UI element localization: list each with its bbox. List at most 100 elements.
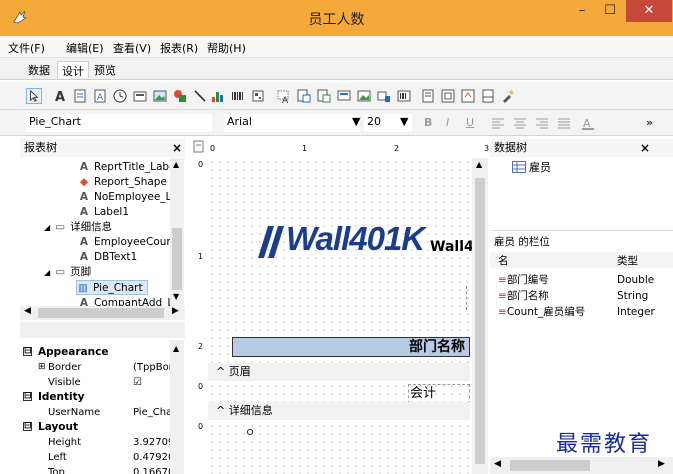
expand-icon[interactable]: ⊞ xyxy=(38,360,46,375)
more-button[interactable]: » xyxy=(646,116,653,129)
scroll-up-icon[interactable]: ▲ xyxy=(173,344,179,353)
tab-data[interactable]: 数据 xyxy=(24,61,54,78)
minimize-button[interactable]: – xyxy=(568,0,596,22)
collapse-icon[interactable]: ◢ xyxy=(44,268,50,277)
prop-row-username[interactable]: UserName Pie_Cha xyxy=(20,405,185,420)
scroll-right-icon[interactable]: ▶ xyxy=(172,306,179,316)
canvas-vscroll[interactable]: ▲ xyxy=(472,158,488,474)
field-item[interactable]: ≡部门编号 xyxy=(498,273,549,288)
band-detail[interactable]: ^ 详细信息 xyxy=(208,402,470,420)
subreport-icon[interactable] xyxy=(440,88,456,104)
tree-band[interactable]: ◢ ▭ 详细信息 xyxy=(44,220,112,235)
fields-hscroll[interactable]: ◀ ▶ xyxy=(490,457,673,474)
scroll-right-icon[interactable]: ▶ xyxy=(658,459,665,469)
report-tree-close[interactable]: × xyxy=(172,139,182,157)
tab-preview[interactable]: 预览 xyxy=(90,61,120,78)
scroll-left-icon[interactable]: ◀ xyxy=(494,459,501,469)
prop-row-left[interactable]: Left 0.47920 xyxy=(20,450,185,465)
collapse-icon[interactable]: ⊟ xyxy=(23,392,32,401)
header-field-department[interactable]: 部门名称 xyxy=(232,337,470,357)
logo-text[interactable]: Wall401K xyxy=(286,220,425,258)
tab-design[interactable]: 设计 xyxy=(57,61,89,78)
paint-icon[interactable] xyxy=(500,88,516,104)
dbcalc-icon[interactable] xyxy=(336,88,352,104)
data-tree-root[interactable]: 雇员 xyxy=(512,160,551,176)
font-select[interactable]: Arial xyxy=(224,114,360,132)
menu-view[interactable]: 查看(V) xyxy=(113,40,151,56)
label-icon[interactable]: A xyxy=(52,88,68,104)
prop-row-top[interactable]: Top 0.16670 xyxy=(20,465,185,474)
menu-edit[interactable]: 编辑(E) xyxy=(66,40,104,56)
dbmemo-icon[interactable] xyxy=(296,88,312,104)
richtext-icon[interactable]: A xyxy=(92,88,108,104)
report-tree-vscroll[interactable]: ▲ ▼ xyxy=(170,158,184,306)
menu-report[interactable]: 报表(R) xyxy=(160,40,198,56)
prop-row-height[interactable]: Height 3.92709 xyxy=(20,435,185,450)
dblabel-icon[interactable]: A xyxy=(276,88,292,104)
tree-item-selected[interactable]: ▥ Pie_Chart xyxy=(76,280,148,295)
collapse-icon[interactable]: ^ xyxy=(216,365,225,378)
accounting-label[interactable]: 会计 xyxy=(408,384,470,404)
scroll-up-icon[interactable]: ▲ xyxy=(476,160,482,169)
tree-item[interactable]: A DBText1 xyxy=(78,250,137,265)
underline-button[interactable]: U xyxy=(466,116,474,129)
report-tree-hscroll[interactable]: ◀ ▶ xyxy=(20,306,185,320)
pointer-icon[interactable] xyxy=(26,88,42,104)
tree-item[interactable]: A ReprtTitle_Label xyxy=(78,160,179,175)
selection-handle[interactable] xyxy=(246,428,254,436)
splitter[interactable] xyxy=(20,322,185,338)
tree-item[interactable]: A CompantAdd_La xyxy=(78,296,180,306)
align-center-icon[interactable] xyxy=(512,115,528,131)
prop-category-appearance[interactable]: ⊟ Appearance xyxy=(20,345,185,360)
scroll-thumb[interactable] xyxy=(172,228,182,290)
bold-button[interactable]: B xyxy=(424,116,432,129)
close-button[interactable]: ✕ xyxy=(626,0,672,22)
property-vscroll[interactable]: ▲ xyxy=(170,340,184,474)
column-name-header[interactable]: 名 xyxy=(498,253,509,268)
collapse-icon[interactable]: ⊟ xyxy=(23,347,32,356)
image-icon[interactable] xyxy=(152,88,168,104)
prop-row-visible[interactable]: Visible ☑ xyxy=(20,375,185,390)
dbrichtext-icon[interactable] xyxy=(316,88,332,104)
tree-item[interactable]: ◆ Report_Shape xyxy=(78,175,167,190)
size-dropdown-arrow[interactable]: ▼ xyxy=(400,114,410,132)
region-icon[interactable] xyxy=(420,88,436,104)
maximize-button[interactable]: ☐ xyxy=(596,0,624,22)
canvas-scroll-thumb[interactable] xyxy=(475,178,485,464)
align-left-icon[interactable] xyxy=(490,115,506,131)
line-icon[interactable] xyxy=(192,88,208,104)
page-break-icon[interactable] xyxy=(480,88,496,104)
prop-category-layout[interactable]: ⊟ Layout xyxy=(20,420,185,435)
field-item[interactable]: ≡部门名称 xyxy=(498,289,549,304)
tree-item[interactable]: A EmployeeCount_ xyxy=(78,235,182,250)
barcode2d-icon[interactable] xyxy=(250,88,266,104)
font-dropdown-arrow[interactable]: ▼ xyxy=(352,114,362,132)
crosstab-icon[interactable] xyxy=(460,88,476,104)
menu-help[interactable]: 帮助(H) xyxy=(207,40,246,56)
collapse-icon[interactable]: ^ xyxy=(216,404,225,417)
hscroll-thumb[interactable] xyxy=(38,308,164,318)
dbimage-icon[interactable] xyxy=(356,88,372,104)
field-item[interactable]: ≡Count_雇员编号 xyxy=(498,305,585,320)
collapse-icon[interactable]: ◢ xyxy=(44,223,50,232)
prop-row-border[interactable]: ⊞ Border (TppBor xyxy=(20,360,185,375)
data-tree-close[interactable]: × xyxy=(640,139,650,157)
align-right-icon[interactable] xyxy=(534,115,550,131)
collapse-icon[interactable]: ⊟ xyxy=(23,422,32,431)
scroll-left-icon[interactable]: ◀ xyxy=(24,306,31,316)
fields-hscroll-thumb[interactable] xyxy=(510,460,590,471)
font-color-icon[interactable]: A xyxy=(580,115,596,131)
memo-icon[interactable] xyxy=(72,88,88,104)
dbbarcode-icon[interactable] xyxy=(396,88,412,104)
justify-icon[interactable] xyxy=(556,115,572,131)
tree-item[interactable]: A NoEmployee_Lab xyxy=(78,190,182,205)
barcode-icon[interactable] xyxy=(230,88,246,104)
tree-band[interactable]: ◢ ▭ 页脚 xyxy=(44,265,91,280)
scroll-up-icon[interactable]: ▲ xyxy=(173,160,179,169)
menu-file[interactable]: 文件(F) xyxy=(8,40,45,56)
prop-category-identity[interactable]: ⊟ Identity xyxy=(20,390,185,405)
dbcheckbox-icon[interactable] xyxy=(376,88,392,104)
chart-icon[interactable] xyxy=(210,88,226,104)
tree-item[interactable]: A Label1 xyxy=(78,205,129,220)
band-page-header[interactable]: ^ 页眉 xyxy=(208,363,470,381)
